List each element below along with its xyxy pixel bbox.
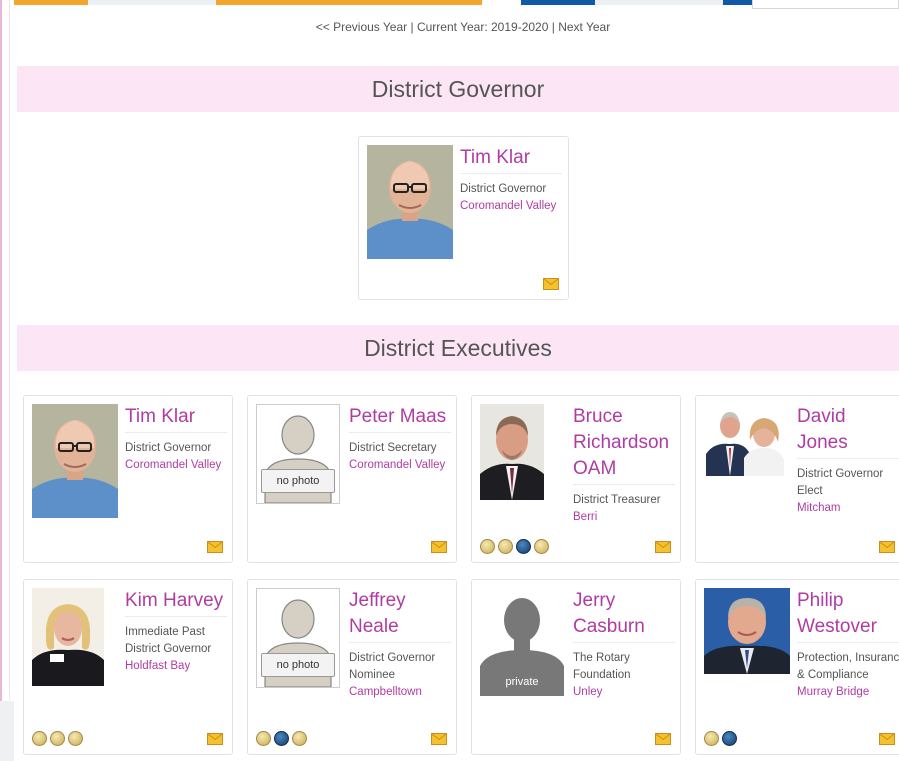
club-link[interactable]: Holdfast Bay	[125, 658, 235, 675]
member-name[interactable]: Tim Klar	[125, 404, 227, 433]
member-name[interactable]: Jerry Casburn	[573, 588, 675, 643]
executive-card: Tim Klar District Governor Coromandel Va…	[23, 395, 233, 563]
year-navigation: << Previous Year | Current Year: 2019-20…	[0, 20, 899, 34]
award-badge-icon[interactable]	[256, 731, 271, 746]
executive-card: no photo Jeffrey Neale District Governor…	[247, 579, 457, 755]
club-link[interactable]: Coromandel Valley	[460, 198, 570, 215]
envelope-icon[interactable]	[655, 541, 671, 553]
role-label: Immediate Past District Governor	[125, 626, 212, 655]
envelope-icon[interactable]	[655, 733, 671, 745]
member-info: District Secretary Coromandel Valley	[349, 440, 459, 474]
avatar[interactable]: private	[480, 588, 564, 696]
club-link[interactable]: Unley	[573, 684, 683, 701]
page-edge	[0, 701, 14, 761]
executive-card: private Jerry Casburn The Rotary Foundat…	[471, 579, 681, 755]
member-name[interactable]: Philip Westover	[797, 588, 899, 643]
award-badge-icon[interactable]	[50, 731, 65, 746]
role-label: The Rotary Foundation	[573, 652, 631, 681]
envelope-icon[interactable]	[879, 733, 895, 745]
role-label: District Secretary	[349, 442, 437, 454]
member-info: The Rotary Foundation Unley	[573, 650, 683, 701]
club-link[interactable]: Coromandel Valley	[125, 457, 235, 474]
left-border	[0, 0, 2, 761]
no-photo-label: no photo	[261, 469, 335, 493]
envelope-icon[interactable]	[543, 278, 559, 290]
nav-tab[interactable]	[521, 0, 595, 5]
avatar[interactable]	[480, 404, 544, 500]
next-year-link[interactable]: Next Year	[558, 20, 610, 34]
envelope-icon[interactable]	[879, 541, 895, 553]
no-photo-placeholder[interactable]: no photo	[256, 404, 340, 504]
avatar[interactable]	[32, 588, 104, 686]
search-box[interactable]	[752, 0, 899, 9]
section-header-executives: District Executives	[17, 325, 899, 371]
award-badge-icon[interactable]	[534, 539, 549, 554]
avatar[interactable]	[367, 145, 453, 259]
club-link[interactable]: Campbelltown	[349, 684, 459, 701]
previous-year-link[interactable]: << Previous Year	[316, 20, 407, 34]
club-link[interactable]: Coromandel Valley	[349, 457, 459, 474]
left-border-inner	[9, 0, 10, 700]
executive-card: no photo Peter Maas District Secretary C…	[247, 395, 457, 563]
no-photo-placeholder[interactable]: no photo	[256, 588, 340, 688]
member-info: District Governor Coromandel Valley	[125, 440, 235, 474]
current-year-label: | Current Year: 2019-2020 |	[410, 20, 555, 34]
role-label: District Treasurer	[573, 494, 661, 506]
envelope-icon[interactable]	[431, 733, 447, 745]
member-info: District Governor Elect Mitcham	[797, 466, 899, 517]
executive-card: David Jones District Governor Elect Mitc…	[695, 395, 899, 563]
member-info: Protection, Insurance & Compliance Murra…	[797, 650, 899, 701]
award-badges	[32, 731, 83, 746]
award-badge-icon[interactable]	[704, 731, 719, 746]
award-badge-icon[interactable]	[498, 539, 513, 554]
award-badge-icon[interactable]	[32, 731, 47, 746]
member-name[interactable]: David Jones	[797, 404, 899, 459]
section-header-governor: District Governor	[17, 66, 899, 112]
award-badge-icon[interactable]	[68, 731, 83, 746]
award-badges	[256, 731, 307, 746]
member-info: District Treasurer Berri	[573, 492, 683, 526]
role-label: Protection, Insurance & Compliance	[797, 652, 899, 681]
nav-tab[interactable]	[723, 0, 755, 5]
envelope-icon[interactable]	[431, 541, 447, 553]
avatar[interactable]	[32, 404, 118, 518]
envelope-icon[interactable]	[207, 733, 223, 745]
executive-card: Kim Harvey Immediate Past District Gover…	[23, 579, 233, 755]
award-badge-icon[interactable]	[516, 539, 531, 554]
avatar[interactable]	[704, 588, 790, 674]
private-label: private	[505, 676, 538, 688]
member-name[interactable]: Peter Maas	[349, 404, 451, 433]
role-label: District Governor Elect	[797, 468, 884, 497]
award-badge-icon[interactable]	[274, 731, 289, 746]
club-link[interactable]: Murray Bridge	[797, 684, 899, 701]
nav-tab[interactable]	[14, 0, 88, 5]
nav-tab[interactable]	[88, 0, 216, 5]
award-badges	[704, 731, 737, 746]
executive-card: Bruce Richardson OAM District Treasurer …	[471, 395, 681, 563]
executive-card: Philip Westover Protection, Insurance & …	[695, 579, 899, 755]
award-badge-icon[interactable]	[292, 731, 307, 746]
governor-name[interactable]: Tim Klar	[460, 145, 562, 174]
avatar[interactable]	[704, 404, 790, 476]
member-name[interactable]: Bruce Richardson OAM	[573, 404, 675, 485]
member-info: District Governor Nominee Campbelltown	[349, 650, 459, 701]
award-badges	[480, 539, 549, 554]
club-link[interactable]: Berri	[573, 509, 683, 526]
no-photo-label: no photo	[261, 653, 335, 677]
club-link[interactable]: Mitcham	[797, 500, 899, 517]
award-badge-icon[interactable]	[722, 731, 737, 746]
award-badge-icon[interactable]	[480, 539, 495, 554]
role-label: District Governor	[460, 183, 547, 195]
role-label: District Governor	[125, 442, 212, 454]
nav-tab[interactable]	[216, 0, 482, 5]
nav-tab[interactable]	[595, 0, 723, 5]
envelope-icon[interactable]	[207, 541, 223, 553]
governor-info: District Governor Coromandel Valley	[460, 181, 570, 215]
member-name[interactable]: Jeffrey Neale	[349, 588, 451, 643]
role-label: District Governor Nominee	[349, 652, 436, 681]
member-info: Immediate Past District Governor Holdfas…	[125, 624, 235, 675]
governor-card: Tim Klar District Governor Coromandel Va…	[358, 136, 569, 300]
member-name[interactable]: Kim Harvey	[125, 588, 227, 617]
